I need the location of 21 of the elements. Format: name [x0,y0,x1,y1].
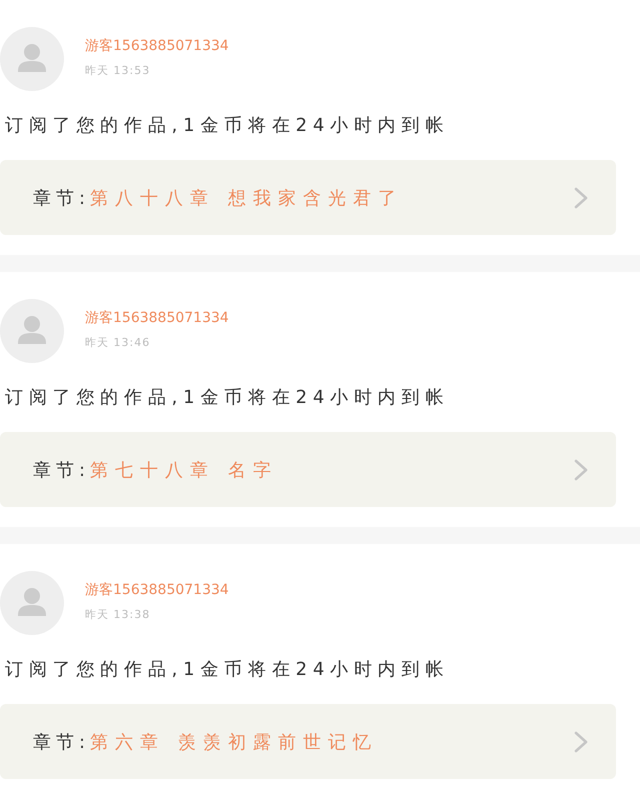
chapter-title: 第七十八章 名字 [90,458,278,482]
chapter-card[interactable]: 章节:第八十八章 想我家含光君了 [0,160,616,235]
chapter-label: 章节: [33,186,90,210]
chapter-label: 章节: [33,458,90,482]
chevron-right-icon [574,458,588,480]
chapter-title: 第六章 羡羡初露前世记忆 [90,730,378,754]
chapter-card[interactable]: 章节:第六章 羡羡初露前世记忆 [0,704,616,779]
chevron-right-icon [574,730,588,752]
timestamp: 昨天 13:53 [85,63,150,79]
message-text: 订阅了您的作品,1金币将在24小时内到帐 [4,658,450,682]
avatar-icon [0,299,64,363]
chapter-card[interactable]: 章节:第七十八章 名字 [0,432,616,507]
avatar-icon [0,571,64,635]
message-text: 订阅了您的作品,1金币将在24小时内到帐 [4,114,450,138]
message-text: 订阅了您的作品,1金币将在24小时内到帐 [4,386,450,410]
chevron-right-icon [574,186,588,208]
timestamp: 昨天 13:46 [85,335,150,351]
avatar-icon [0,27,64,91]
chapter-label: 章节: [33,730,90,754]
chapter-title: 第八十八章 想我家含光君了 [90,186,403,210]
timestamp: 昨天 13:38 [85,607,150,623]
